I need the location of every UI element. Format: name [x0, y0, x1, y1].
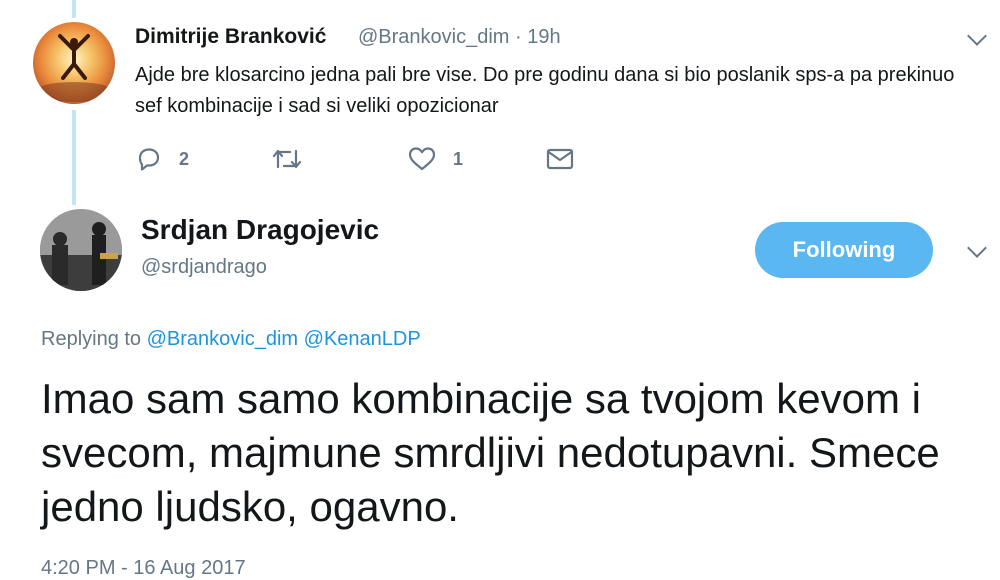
replying-to: Replying to @Brankovic_dim @KenanLDP: [41, 328, 421, 351]
reply-count: 2: [179, 148, 190, 169]
author-handle-and-time: @Brankovic_dim · 19h: [358, 26, 561, 49]
author-handle[interactable]: @srdjandrago: [141, 256, 267, 279]
chevron-down-icon[interactable]: [967, 238, 987, 258]
separator-dot: ·: [515, 26, 528, 48]
tweet-text: Imao sam samo kombinacije sa tvojom kevo…: [41, 375, 940, 530]
like-button[interactable]: 1: [407, 145, 463, 173]
tweet-time[interactable]: 19h: [527, 26, 560, 48]
author-handle[interactable]: @Brankovic_dim: [358, 26, 509, 48]
avatar[interactable]: [40, 209, 122, 291]
like-count: 1: [453, 148, 464, 169]
retweet-icon: [272, 149, 302, 169]
jumping-person-image: [34, 34, 114, 102]
thread-connector: [72, 110, 76, 205]
mention-link[interactable]: @KenanLDP: [304, 328, 421, 350]
retweet-button[interactable]: [271, 145, 319, 173]
tweet-text: Ajde bre klosarcino jedna pali bre vise.…: [135, 64, 955, 117]
chevron-down-icon[interactable]: [967, 26, 987, 46]
heart-icon: [408, 147, 436, 171]
avatar[interactable]: [33, 22, 115, 104]
mention-link[interactable]: @Brankovic_dim: [147, 328, 298, 350]
envelope-icon: [546, 148, 574, 170]
replying-label: Replying to: [41, 328, 142, 350]
following-button[interactable]: Following: [755, 222, 933, 278]
profile-photo: [40, 209, 122, 291]
author-name[interactable]: Srdjan Dragojevic: [141, 214, 379, 246]
reply-button[interactable]: 2: [135, 145, 189, 173]
author-name[interactable]: Dimitrije Branković: [135, 25, 326, 49]
reply-icon: [138, 148, 160, 171]
thread-connector-top: [72, 0, 76, 18]
direct-message-button[interactable]: [545, 145, 575, 173]
tweet-timestamp[interactable]: 4:20 PM - 16 Aug 2017: [41, 557, 246, 580]
